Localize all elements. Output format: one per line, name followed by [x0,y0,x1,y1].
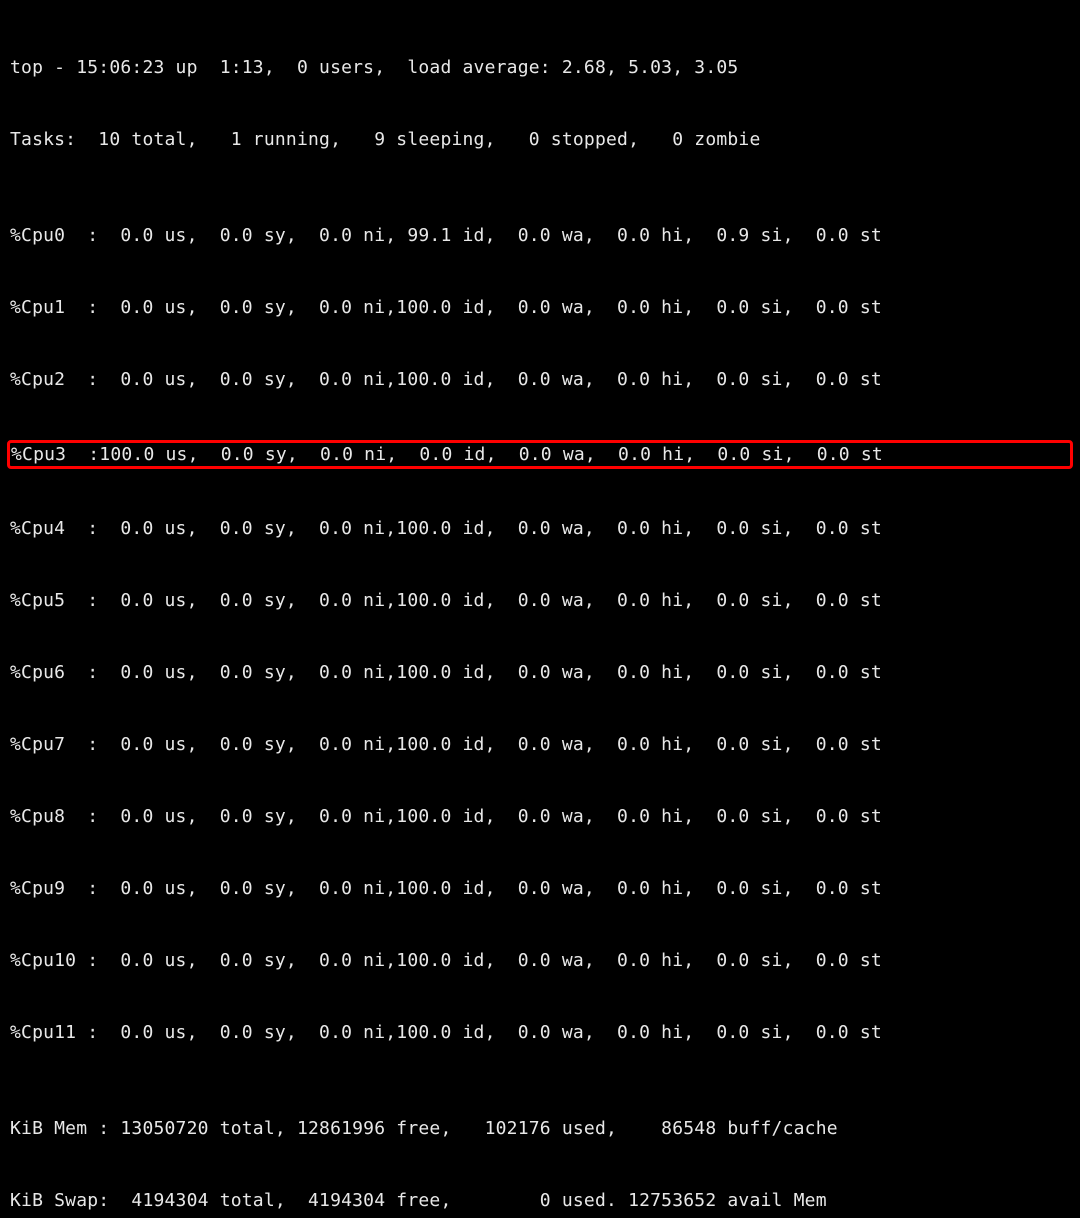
terminal-screen: top - 15:06:23 up 1:13, 0 users, load av… [0,0,1080,609]
cpu-line-10: %Cpu10 : 0.0 us, 0.0 sy, 0.0 ni,100.0 id… [10,949,1070,973]
cpu-line-4: %Cpu4 : 0.0 us, 0.0 sy, 0.0 ni,100.0 id,… [10,517,1070,541]
cpu-line-0: %Cpu0 : 0.0 us, 0.0 sy, 0.0 ni, 99.1 id,… [10,224,1070,248]
swap-line: KiB Swap: 4194304 total, 4194304 free, 0… [10,1189,1070,1213]
cpu-line-6: %Cpu6 : 0.0 us, 0.0 sy, 0.0 ni,100.0 id,… [10,661,1070,685]
top-summary-line: top - 15:06:23 up 1:13, 0 users, load av… [10,56,1070,80]
cpu-line-7: %Cpu7 : 0.0 us, 0.0 sy, 0.0 ni,100.0 id,… [10,733,1070,757]
cpu-line-9: %Cpu9 : 0.0 us, 0.0 sy, 0.0 ni,100.0 id,… [10,877,1070,901]
mem-line: KiB Mem : 13050720 total, 12861996 free,… [10,1117,1070,1141]
cpu-line-2: %Cpu2 : 0.0 us, 0.0 sy, 0.0 ni,100.0 id,… [10,368,1070,392]
cpu-line-11: %Cpu11 : 0.0 us, 0.0 sy, 0.0 ni,100.0 id… [10,1021,1070,1045]
cpu-line-1: %Cpu1 : 0.0 us, 0.0 sy, 0.0 ni,100.0 id,… [10,296,1070,320]
tasks-summary-line: Tasks: 10 total, 1 running, 9 sleeping, … [10,128,1070,152]
cpu-line-8: %Cpu8 : 0.0 us, 0.0 sy, 0.0 ni,100.0 id,… [10,805,1070,829]
cpu-line-5: %Cpu5 : 0.0 us, 0.0 sy, 0.0 ni,100.0 id,… [10,589,1070,613]
cpu-line-3: %Cpu3 :100.0 us, 0.0 sy, 0.0 ni, 0.0 id,… [11,443,883,467]
cpu-line-3-highlight: %Cpu3 :100.0 us, 0.0 sy, 0.0 ni, 0.0 id,… [7,440,1073,469]
